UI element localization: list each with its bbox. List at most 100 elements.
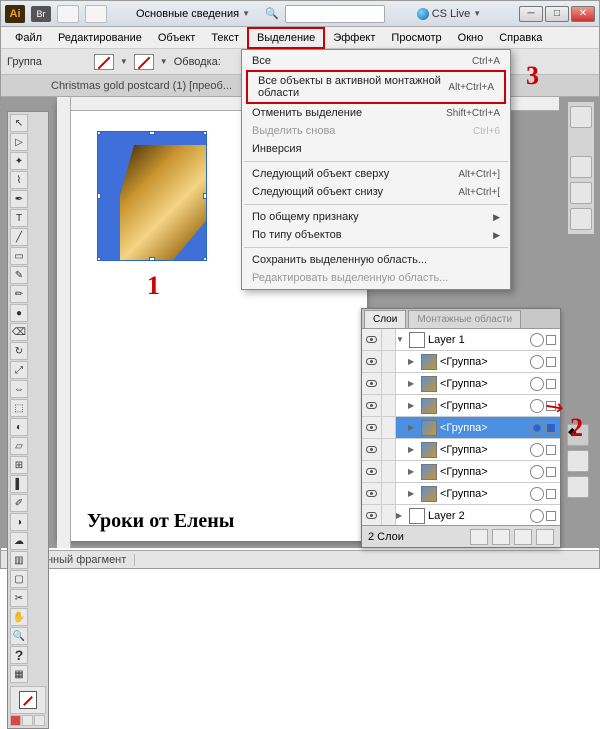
zoom-tool[interactable]: 🔍 (10, 627, 28, 645)
menu-item[interactable]: ВсеCtrl+A (242, 52, 510, 70)
expand-toggle-icon[interactable]: ▶ (408, 489, 418, 498)
mesh-tool[interactable]: ⊞ (10, 456, 28, 474)
line-tool[interactable]: ╱ (10, 228, 28, 246)
expand-toggle-icon[interactable]: ▶ (408, 423, 418, 432)
expand-toggle-icon[interactable]: ▶ (408, 379, 418, 388)
perspective-tool[interactable]: ▱ (10, 437, 28, 455)
fill-stroke-picker[interactable] (10, 686, 46, 714)
fill-swatch[interactable] (94, 54, 114, 70)
lock-toggle[interactable] (382, 505, 396, 525)
dock-panel-button[interactable] (567, 476, 589, 498)
selection-indicator[interactable] (546, 357, 556, 367)
selection-handle[interactable] (97, 131, 101, 135)
dock-panel-button[interactable] (570, 106, 592, 128)
layer-row[interactable]: ▶<Группа> (362, 461, 560, 483)
titlebar-button[interactable] (85, 5, 107, 23)
pencil-tool[interactable]: ✏ (10, 285, 28, 303)
menu-text[interactable]: Текст (203, 29, 247, 47)
layer-row[interactable]: ▼Layer 1 (362, 329, 560, 351)
direct-selection-tool[interactable]: ▷ (10, 133, 28, 151)
menu-object[interactable]: Объект (150, 29, 203, 47)
lock-toggle[interactable] (382, 439, 396, 460)
artboard-tool[interactable]: ▢ (10, 570, 28, 588)
menu-item[interactable]: Следующий объект сверхуAlt+Ctrl+] (242, 165, 510, 183)
gradient-mode[interactable] (22, 715, 33, 726)
visibility-toggle[interactable] (362, 395, 382, 416)
menu-effect[interactable]: Эффект (325, 29, 383, 47)
lock-toggle[interactable] (382, 483, 396, 504)
delete-layer-button[interactable] (536, 529, 554, 545)
target-icon[interactable] (530, 421, 544, 435)
selection-handle[interactable] (97, 257, 101, 261)
magic-wand-tool[interactable]: ✦ (10, 152, 28, 170)
selection-indicator[interactable] (546, 511, 556, 521)
menu-item[interactable]: По типу объектов▶ (242, 226, 510, 244)
blob-brush-tool[interactable]: ● (10, 304, 28, 322)
none-mode[interactable] (34, 715, 45, 726)
selection-handle[interactable] (149, 257, 155, 261)
menu-window[interactable]: Окно (450, 29, 492, 47)
layers-btn[interactable] (492, 529, 510, 545)
tab-artboards[interactable]: Монтажные области (408, 310, 521, 328)
menu-select[interactable]: Выделение (247, 27, 325, 49)
visibility-toggle[interactable] (362, 373, 382, 394)
target-icon[interactable] (530, 443, 544, 457)
chevron-down-icon[interactable]: ▼ (120, 57, 128, 66)
eyedropper-tool[interactable]: ✐ (10, 494, 28, 512)
rotate-tool[interactable]: ↻ (10, 342, 28, 360)
target-icon[interactable] (530, 377, 544, 391)
layers-btn[interactable] (470, 529, 488, 545)
lock-toggle[interactable] (382, 395, 396, 416)
maximize-button[interactable]: □ (545, 6, 569, 22)
eraser-tool[interactable]: ⌫ (10, 323, 28, 341)
target-icon[interactable] (530, 333, 544, 347)
selection-handle[interactable] (203, 131, 207, 135)
visibility-toggle[interactable] (362, 439, 382, 460)
help-tool[interactable]: ? (10, 646, 28, 664)
slice-tool[interactable]: ✂ (10, 589, 28, 607)
lasso-tool[interactable]: ⌇ (10, 171, 28, 189)
scale-tool[interactable]: ⤢ (10, 361, 28, 379)
visibility-toggle[interactable] (362, 505, 382, 525)
rectangle-tool[interactable]: ▭ (10, 247, 28, 265)
selection-handle[interactable] (203, 257, 207, 261)
expand-toggle-icon[interactable]: ▼ (396, 335, 406, 344)
menu-item[interactable]: Все объекты в активной монтажной области… (246, 70, 506, 104)
visibility-toggle[interactable] (362, 351, 382, 372)
menu-item[interactable]: Сохранить выделенную область... (242, 251, 510, 269)
chevron-down-icon[interactable]: ▼ (160, 57, 168, 66)
bridge-badge-icon[interactable]: Br (31, 6, 51, 22)
close-button[interactable]: ✕ (571, 6, 595, 22)
selection-indicator[interactable] (546, 489, 556, 499)
lock-toggle[interactable] (382, 351, 396, 372)
selection-handle[interactable] (203, 193, 207, 199)
menu-help[interactable]: Справка (491, 29, 550, 47)
dock-panel-button[interactable] (567, 450, 589, 472)
visibility-toggle[interactable] (362, 417, 382, 438)
layer-row[interactable]: ▶<Группа> (362, 373, 560, 395)
expand-toggle-icon[interactable]: ▶ (396, 511, 406, 520)
visibility-toggle[interactable] (362, 483, 382, 504)
blend-tool[interactable]: ◑ (10, 513, 28, 531)
graph-tool[interactable]: ▥ (10, 551, 28, 569)
expand-toggle-icon[interactable]: ▶ (408, 357, 418, 366)
dock-panel-button[interactable] (570, 156, 592, 178)
misc-tool[interactable]: ▦ (10, 665, 28, 683)
selection-indicator[interactable] (546, 335, 556, 345)
brush-tool[interactable]: ✎ (10, 266, 28, 284)
expand-toggle-icon[interactable]: ▶ (408, 401, 418, 410)
layer-row[interactable]: ▶<Группа> (362, 483, 560, 505)
workspace-switcher[interactable]: Основные сведения ▼ (127, 5, 259, 23)
lock-toggle[interactable] (382, 329, 396, 350)
hand-tool[interactable]: ✋ (10, 608, 28, 626)
pen-tool[interactable]: ✒ (10, 190, 28, 208)
visibility-toggle[interactable] (362, 329, 382, 350)
expand-toggle-icon[interactable]: ▶ (408, 445, 418, 454)
expand-toggle-icon[interactable]: ▶ (408, 467, 418, 476)
color-mode[interactable] (10, 715, 21, 726)
selection-indicator[interactable] (546, 445, 556, 455)
search-input[interactable] (285, 5, 385, 23)
minimize-button[interactable]: ─ (519, 6, 543, 22)
target-icon[interactable] (530, 509, 544, 523)
layer-row[interactable]: ▶<Группа> (362, 417, 560, 439)
